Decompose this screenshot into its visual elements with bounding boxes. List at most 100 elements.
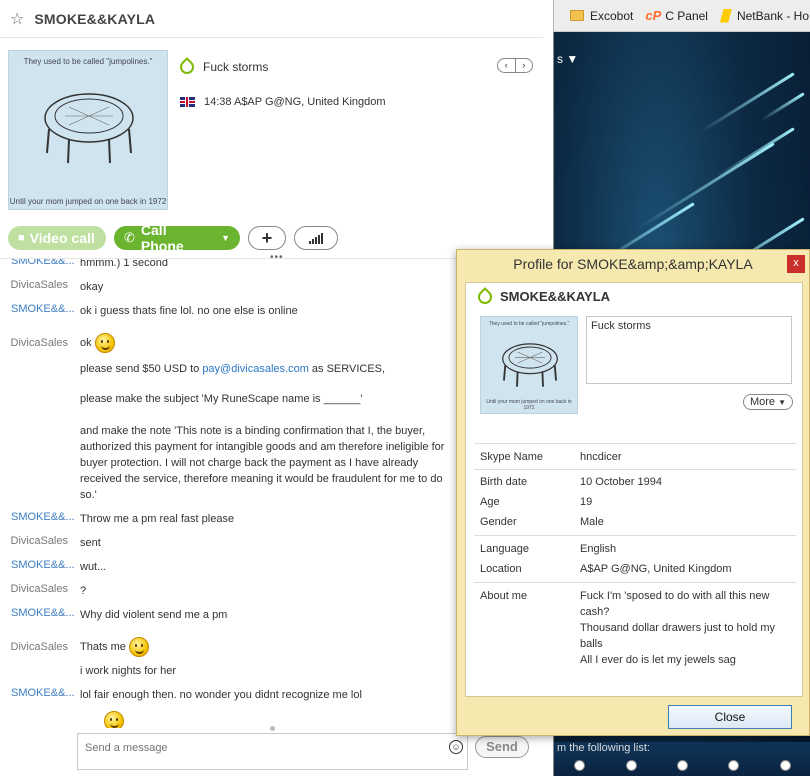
call-phone-button[interactable]: ✆ Call Phone ▼ — [114, 222, 240, 254]
field-value: Fuck I'm 'sposed to do with all this new… — [580, 590, 776, 666]
profile-field-birth-date: Birth date 10 October 1994 — [480, 474, 790, 490]
message-text: okay — [80, 281, 104, 293]
message-text: ok i guess thats fine lol. no one else i… — [80, 305, 298, 317]
divider — [474, 582, 796, 583]
field-value: Male — [580, 516, 604, 528]
message-sender[interactable]: SMOKE&&... — [0, 687, 80, 711]
message-text: Throw me a pm real fast please — [80, 513, 235, 525]
contact-header: They used to be called "jumpolines." Unt… — [8, 50, 543, 215]
message-sender[interactable]: DivicaSales — [0, 279, 80, 303]
radio-button[interactable] — [676, 760, 688, 771]
message-sender[interactable]: SMOKE&&... — [0, 259, 80, 275]
field-label: Location — [480, 563, 522, 575]
profile-field-gender: Gender Male — [480, 514, 790, 530]
more-label: More — [749, 396, 776, 408]
profile-avatar-caption-top: They used to be called "jumpolines." — [488, 321, 570, 327]
divider — [474, 535, 796, 536]
call-actions: ■ Video call ✆ Call Phone ▼ + — [8, 222, 346, 254]
message-text: and make the note 'This note is a bindin… — [80, 425, 445, 501]
message-body: please send $50 USD to pay@divicasales.c… — [80, 361, 450, 391]
paypal-email-link[interactable]: pay@divicasales.com — [202, 363, 309, 375]
message-sender — [0, 663, 80, 687]
message-sender[interactable]: DivicaSales — [0, 535, 80, 559]
profile-field-about: About me Fuck I'm 'sposed to do with all… — [480, 588, 790, 668]
chevron-down-icon[interactable]: ▼ — [221, 233, 230, 243]
location-row: 14:38 A$AP G@NG, United Kingdom — [180, 96, 386, 108]
message-input[interactable] — [85, 737, 440, 759]
message-text: lol fair enough then. no wonder you didn… — [80, 689, 362, 701]
divider — [474, 469, 796, 470]
avatar-caption-top: They used to be called "jumpolines." — [23, 57, 153, 66]
profile-mood-box: Fuck storms — [586, 316, 792, 384]
message-sender[interactable]: SMOKE&&... — [0, 511, 80, 535]
call-phone-label: Call Phone — [140, 222, 184, 254]
light-streak — [699, 72, 795, 134]
uk-flag-icon — [180, 97, 195, 107]
message-sender-empty — [0, 711, 80, 728]
message-text: ok — [80, 336, 92, 349]
scroll-dot-icon — [270, 726, 275, 731]
bookmark-cpanel[interactable]: cP C Panel — [645, 8, 708, 23]
emoticon-picker-icon[interactable]: ☺ — [449, 740, 463, 754]
profile-body: SMOKE&&KAYLA They used to be called "jum… — [465, 282, 803, 697]
message-sender[interactable]: SMOKE&&... — [0, 559, 80, 583]
call-quality-button[interactable] — [294, 226, 338, 250]
close-icon[interactable]: x — [787, 255, 805, 273]
profile-name-row: SMOKE&&KAYLA — [475, 286, 610, 307]
video-call-button[interactable]: ■ Video call — [8, 226, 106, 250]
background-page-text: s ▼ — [557, 52, 579, 66]
more-button[interactable]: More ▼ — [743, 394, 793, 410]
bookmark-label: NetBank - Ho — [736, 8, 809, 23]
light-streak — [760, 92, 805, 122]
pager-next-icon[interactable]: › — [516, 59, 533, 72]
profile-dialog: Profile for SMOKE&amp;&amp;KAYLA x SMOKE… — [456, 249, 810, 736]
mood-text: Fuck storms — [203, 60, 269, 74]
divider — [474, 443, 796, 444]
field-value: hncdicer — [580, 451, 622, 463]
message-sender[interactable]: SMOKE&&... — [0, 607, 80, 631]
radio-button[interactable] — [779, 760, 791, 771]
trampoline-drawing-icon — [502, 343, 558, 387]
status-leaf-icon — [475, 286, 495, 307]
pager-prev-icon[interactable]: ‹ — [498, 59, 516, 72]
bookmark-excobot[interactable]: Excobot — [570, 9, 633, 23]
radio-button[interactable] — [574, 760, 586, 771]
message-sender[interactable]: DivicaSales — [0, 641, 80, 653]
profile-avatar: They used to be called "jumpolines." Unt… — [480, 316, 578, 414]
video-call-label: Video call — [29, 230, 95, 246]
phone-icon: ✆ — [124, 230, 135, 245]
radio-button[interactable] — [625, 760, 637, 771]
light-streak — [716, 127, 795, 178]
message-body: Thats me — [80, 637, 450, 657]
bookmark-netbank[interactable]: NetBank - Ho — [719, 8, 809, 23]
background-radio-row — [554, 760, 810, 771]
close-button[interactable]: Close — [668, 705, 792, 729]
smiley-emoticon-icon — [104, 711, 124, 728]
radio-button[interactable] — [728, 760, 740, 771]
message-text: Thats me — [80, 640, 126, 653]
chat-topbar: ☆ SMOKE&&KAYLA — [0, 0, 543, 38]
profile-dialog-title: Profile for SMOKE&amp;&amp;KAYLA — [513, 256, 753, 272]
message-sender[interactable]: SMOKE&&... — [0, 303, 80, 327]
message-text: sent — [80, 537, 101, 549]
field-label: Age — [480, 496, 500, 508]
favorite-star-icon[interactable]: ☆ — [10, 9, 24, 29]
message-text: please send $50 USD to — [80, 363, 203, 375]
message-text: i work nights for her — [80, 665, 176, 677]
add-button[interactable]: + — [248, 226, 286, 250]
contact-avatar[interactable]: They used to be called "jumpolines." Unt… — [8, 50, 168, 210]
send-button[interactable]: Send — [475, 736, 529, 758]
field-label: Language — [480, 543, 529, 555]
message-sender[interactable]: DivicaSales — [0, 337, 80, 349]
background-page-bottom: m the following list: — [554, 742, 810, 776]
message-body: ok — [80, 333, 450, 353]
bookmark-label: Excobot — [590, 8, 634, 23]
smiley-emoticon-icon — [128, 637, 149, 657]
message-text: as SERVICES, — [308, 363, 386, 375]
trampoline-drawing-icon — [44, 93, 134, 164]
compose-box[interactable]: ☺ — [77, 733, 468, 770]
smiley-emoticon-icon — [94, 333, 115, 353]
message-text: ? — [80, 585, 87, 597]
field-label: Birth date — [480, 476, 528, 488]
message-sender[interactable]: DivicaSales — [0, 583, 80, 607]
